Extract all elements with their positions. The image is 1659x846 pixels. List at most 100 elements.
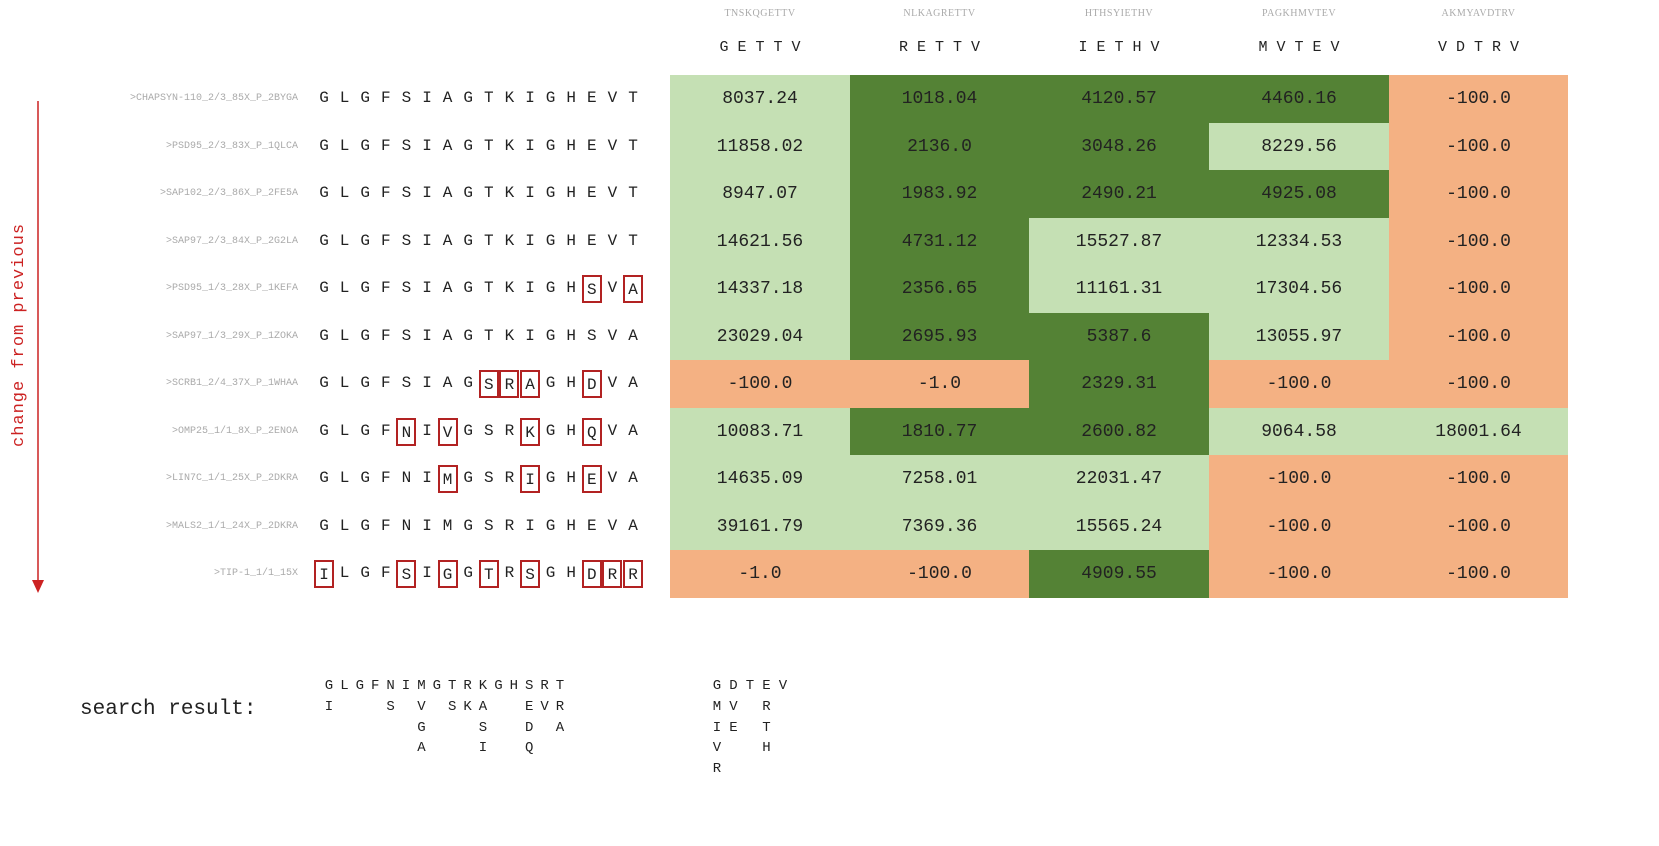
changed-residue: R — [602, 560, 623, 588]
search-domain-residue: D — [524, 719, 534, 736]
changed-residue: S — [396, 560, 417, 588]
search-domain-residue: R — [463, 678, 472, 694]
residue: G — [360, 279, 370, 297]
residue: I — [422, 231, 432, 250]
residue: F — [380, 564, 391, 582]
search-domain-residue: A — [417, 740, 426, 757]
heatmap-cell: -100.0 — [1389, 502, 1568, 551]
residue: H — [566, 89, 576, 107]
residue: T — [483, 89, 494, 107]
search-peptide-residue: H — [762, 740, 771, 757]
heatmap-cell: -1.0 — [850, 360, 1029, 408]
heatmap-cell: 8947.07 — [670, 170, 850, 218]
residue: S — [586, 326, 597, 345]
arrow-head — [32, 580, 44, 593]
column-peptide-label: AKMYAVDTRV — [1441, 8, 1516, 19]
heatmap-cell: -100.0 — [1389, 550, 1568, 598]
residue: L — [339, 469, 350, 487]
residue: N — [401, 469, 412, 487]
residue: V — [607, 516, 618, 535]
residue: I — [422, 89, 432, 107]
search-peptide-residue: V — [729, 698, 738, 715]
search-domain-residue: A — [555, 719, 565, 736]
residue: G — [319, 516, 329, 535]
changed-residue: D — [581, 370, 602, 398]
residue: K — [504, 136, 515, 155]
residue: K — [504, 231, 515, 250]
changed-residue: S — [478, 370, 499, 398]
residue: G — [545, 136, 556, 155]
heatmap-cell: -100.0 — [1389, 360, 1568, 408]
changed-residue: D — [581, 560, 602, 588]
heatmap-cell: 4731.12 — [850, 217, 1029, 266]
heatmap-cell: 23029.04 — [670, 312, 850, 361]
heatmap-cell: 4925.08 — [1209, 170, 1389, 218]
heatmap-cell: 10083.71 — [670, 407, 850, 456]
residue: A — [442, 136, 453, 155]
search-domain-residue: E — [524, 698, 534, 715]
column-peptide-label: PAGKHMVTEV — [1261, 8, 1337, 19]
heatmap-cell: 2136.0 — [850, 122, 1029, 171]
residue: V — [607, 89, 618, 107]
residue: R — [504, 469, 515, 487]
search-peptide-residue: I — [712, 719, 722, 736]
residue: H — [566, 564, 576, 582]
column-short-label: R E T T V — [898, 39, 980, 56]
heatmap-cell: 1983.92 — [850, 170, 1029, 218]
residue: L — [339, 421, 350, 440]
heatmap-cell: -100.0 — [1389, 455, 1568, 503]
residue: I — [422, 469, 432, 487]
heatmap-cell: 4460.16 — [1209, 75, 1389, 123]
residue: G — [545, 516, 556, 535]
heatmap-cell: 14635.09 — [670, 455, 850, 503]
residue: G — [360, 326, 370, 345]
residue: E — [586, 89, 597, 107]
residue: H — [566, 374, 576, 392]
heatmap-cell: 8037.24 — [670, 75, 850, 123]
heatmap-cell: 15527.87 — [1029, 217, 1209, 266]
search-domain-residue: R — [555, 698, 565, 715]
search-peptide-residue: E — [762, 678, 771, 694]
residue: G — [319, 421, 329, 440]
residue: L — [339, 136, 350, 155]
residue: E — [586, 516, 597, 535]
heatmap-cell: -100.0 — [1389, 122, 1568, 171]
residue: S — [401, 136, 412, 155]
column-short-label: M V T E V — [1258, 39, 1340, 56]
residue: F — [380, 184, 391, 202]
search-domain-residue: G — [355, 678, 364, 694]
residue: A — [628, 469, 638, 487]
column-peptide-label: NLKAGRETTV — [903, 8, 976, 19]
residue: K — [504, 184, 515, 202]
residue: I — [525, 184, 535, 202]
residue: G — [463, 279, 473, 297]
search-peptide-residue: R — [762, 698, 771, 715]
heatmap-cell: -100.0 — [1209, 360, 1389, 408]
search-domain-residue: T — [555, 678, 565, 694]
changed-residue: E — [581, 465, 602, 493]
residue: G — [319, 279, 329, 297]
residue: I — [525, 136, 535, 155]
search-domain-residue: I — [478, 740, 488, 757]
residue: T — [628, 136, 638, 155]
residue: S — [483, 421, 494, 440]
residue: I — [525, 231, 535, 250]
residue: H — [566, 184, 576, 202]
residue: E — [586, 184, 597, 202]
heatmap-cell: -100.0 — [1389, 170, 1568, 218]
residue: S — [483, 469, 494, 487]
residue: S — [401, 89, 412, 107]
residue: I — [422, 516, 432, 535]
heatmap-cell: 2600.82 — [1029, 407, 1209, 456]
residue: G — [463, 184, 473, 202]
search-domain-residue: N — [386, 678, 395, 694]
residue: V — [607, 326, 618, 345]
residue: S — [401, 184, 412, 202]
heatmap-cell: 14337.18 — [670, 265, 850, 313]
residue: G — [360, 89, 370, 107]
residue: G — [360, 469, 370, 487]
residue: G — [545, 231, 556, 250]
residue: G — [463, 564, 473, 582]
changed-residue: K — [520, 417, 540, 446]
heatmap-cell: 13055.97 — [1209, 312, 1389, 361]
